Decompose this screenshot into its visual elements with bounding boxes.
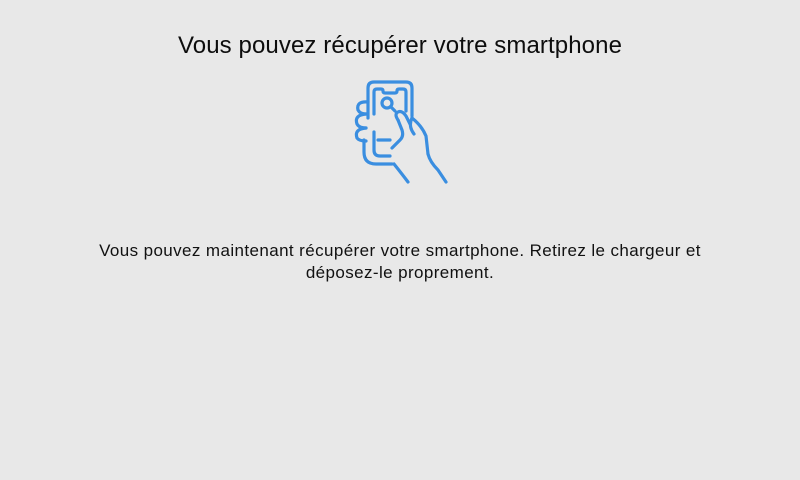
pickup-screen: Vous pouvez récupérer votre smartphone V… (0, 0, 800, 480)
instruction-message: Vous pouvez maintenant récupérer votre s… (99, 241, 701, 282)
page-title: Vous pouvez récupérer votre smartphone (177, 32, 623, 59)
hand-holding-smartphone-icon (350, 78, 450, 188)
